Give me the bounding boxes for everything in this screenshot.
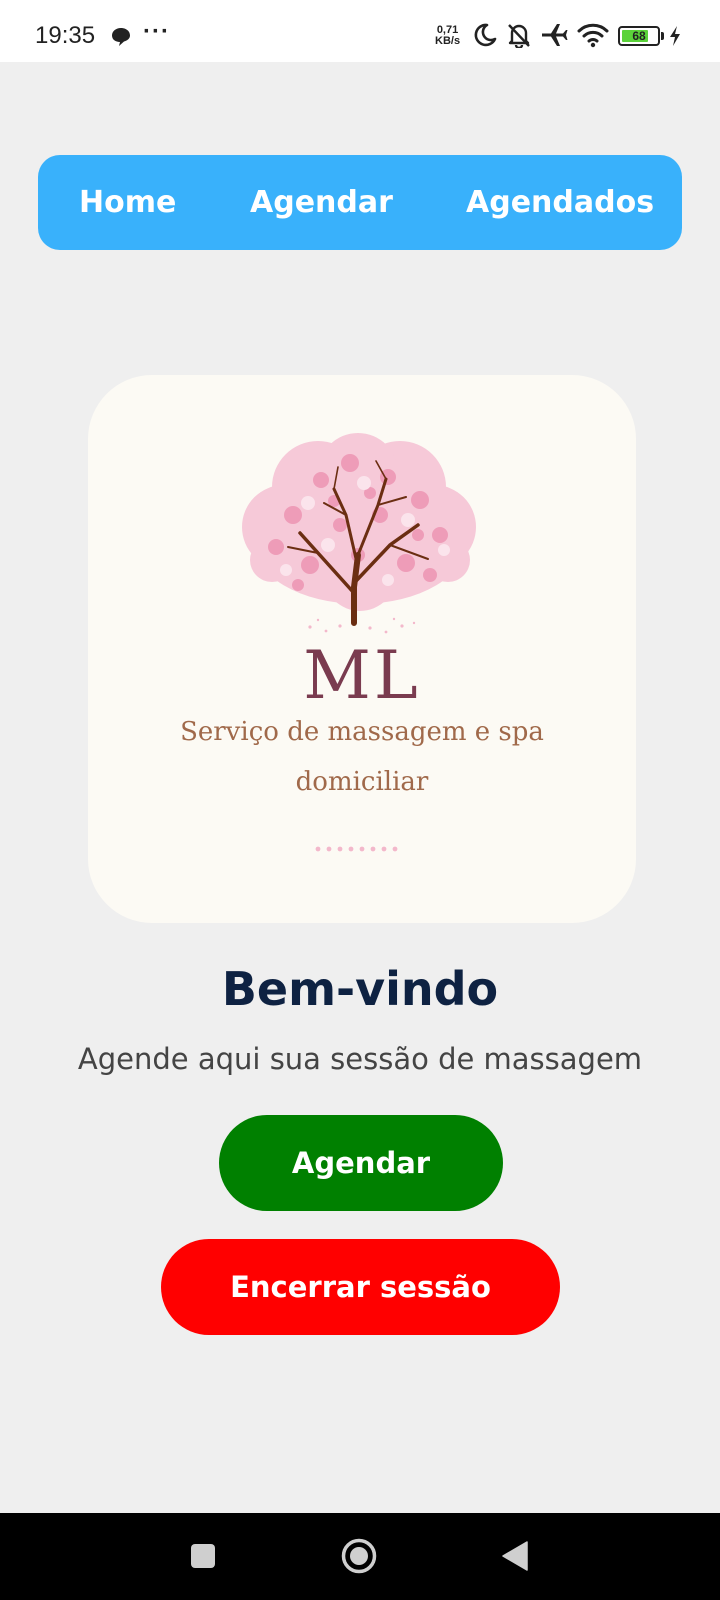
status-time: 19:35 [35,22,96,49]
logo-tagline-line2: domiciliar [295,767,429,797]
moon-icon [472,22,498,52]
logo-tagline-line1: Serviço de massagem e spa [180,717,544,747]
status-bar: 19:35 ··· 0,71 KB/s 68 [0,0,720,62]
more-dots: ··· [143,18,170,45]
battery-tip [661,32,664,40]
battery-level: 68 [632,29,646,43]
nav-tab-agendados[interactable]: Agendados [466,155,654,250]
chat-bubble-icon [110,26,132,52]
decorative-dots-icon [315,846,398,852]
home-circle-icon[interactable] [341,1538,377,1578]
logo-monogram: ML [303,637,421,714]
logo-tagline: Serviço de massagem e spa domiciliar [118,707,606,807]
schedule-button[interactable]: Agendar [219,1115,503,1211]
back-triangle-icon[interactable] [502,1541,528,1575]
network-speed: 0,71 KB/s [435,25,460,47]
recents-square-icon[interactable] [190,1543,216,1573]
battery-icon: 68 [618,26,660,46]
nav-tab-agendar[interactable]: Agendar [250,155,393,250]
welcome-subtitle: Agende aqui sua sessão de massagem [77,1042,643,1076]
top-nav-bar: Home Agendar Agendados [38,155,682,250]
wifi-icon [577,22,609,52]
bell-off-icon [506,22,532,52]
charging-icon [668,25,682,51]
welcome-title: Bem-vindo [221,962,499,1016]
cherry-blossom-tree-icon [242,433,476,634]
logout-button[interactable]: Encerrar sessão [161,1239,560,1335]
nav-tab-home[interactable]: Home [79,155,176,250]
network-speed-unit: KB/s [435,35,461,47]
airplane-icon [540,22,568,52]
system-nav-bar [0,1513,720,1600]
logo-card: ML Serviço de massagem e spa domiciliar [88,375,636,923]
